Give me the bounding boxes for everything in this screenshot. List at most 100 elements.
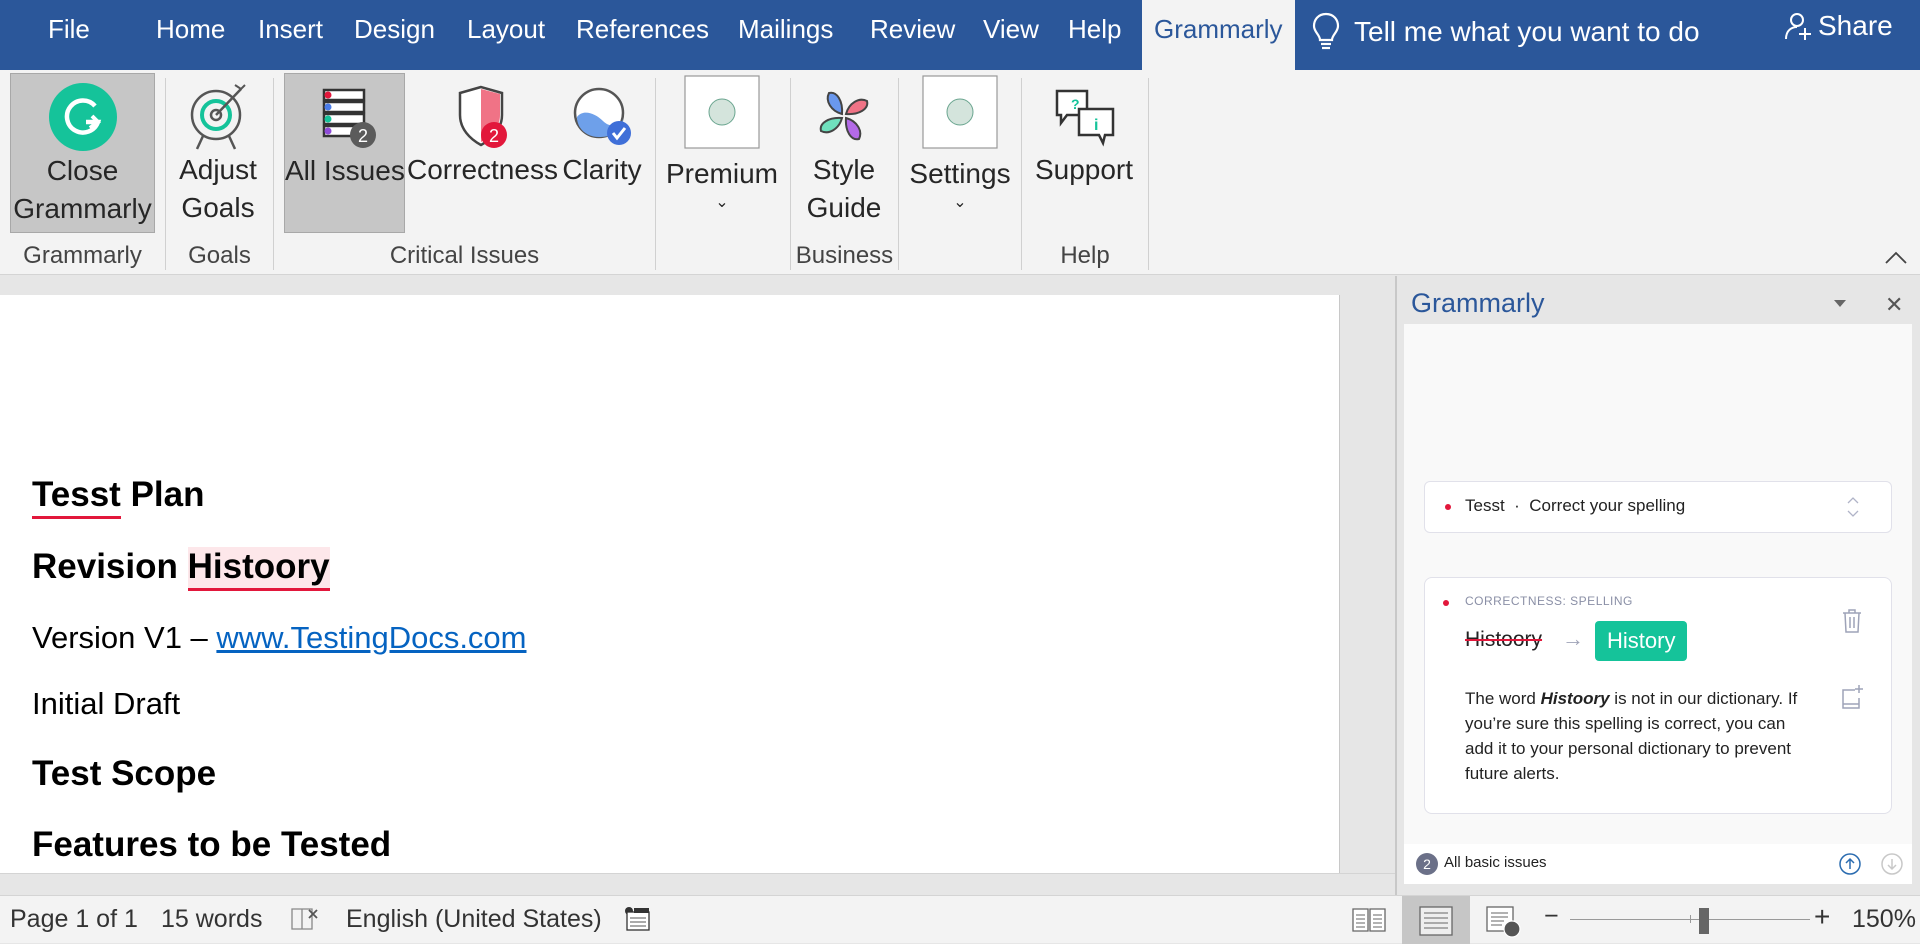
zoom-slider-midpoint xyxy=(1690,915,1691,923)
add-person-icon xyxy=(1785,13,1811,40)
chevron-down-icon: ⌄ xyxy=(715,194,729,211)
print-layout-icon xyxy=(1419,906,1453,936)
page-count[interactable]: Page 1 of 1 xyxy=(10,905,138,934)
trash-icon[interactable] xyxy=(1841,608,1863,634)
misspelled-word-highlighted[interactable]: Histoory xyxy=(187,547,330,591)
premium-label: Premium xyxy=(665,158,778,189)
issue-count-badge: 2 xyxy=(1416,853,1438,875)
word-count[interactable]: 15 words xyxy=(161,905,262,934)
zoom-slider-thumb[interactable] xyxy=(1699,908,1709,934)
misspelled-word[interactable]: Tesst xyxy=(32,475,121,519)
zoom-level[interactable]: 150% xyxy=(1852,905,1916,934)
proofing-icon[interactable] xyxy=(290,906,320,932)
zoom-out-button[interactable]: − xyxy=(1544,902,1559,931)
settings-placeholder-icon xyxy=(922,75,998,149)
support-chat-icon: ? i xyxy=(1055,89,1115,147)
doc-heading-test-plan: Tesst Plan xyxy=(32,475,204,519)
group-label-critical-issues: Critical Issues xyxy=(389,242,540,269)
close-grammarly-button[interactable]: Close Grammarly xyxy=(10,73,155,233)
suggestion-category: CORRECTNESS: SPELLING xyxy=(1465,594,1633,608)
horizontal-scrollbar[interactable] xyxy=(0,873,1396,895)
tab-mailings[interactable]: Mailings xyxy=(738,14,833,45)
grammarly-pane-body: Tesst · Correct your spelling CORRECTNES… xyxy=(1404,324,1912,884)
correctness-button[interactable]: 2 Correctness xyxy=(407,73,558,233)
support-button[interactable]: ? i Support xyxy=(1028,73,1140,233)
tab-layout[interactable]: Layout xyxy=(467,14,545,45)
style-guide-button[interactable]: Style Guide xyxy=(796,73,892,233)
group-label-help: Help xyxy=(1060,242,1110,269)
style-guide-icon xyxy=(819,91,869,141)
all-issues-badge: 2 xyxy=(357,126,367,146)
share-button[interactable]: Share xyxy=(1784,10,1893,42)
tab-home[interactable]: Home xyxy=(156,14,225,45)
premium-placeholder-icon xyxy=(684,75,760,149)
doc-heading-revision-history: Revision Histoory xyxy=(32,547,330,591)
ribbon: Close Grammarly Adjust Goals 2 All Issue… xyxy=(0,70,1920,275)
all-issues-label: All Issues xyxy=(285,155,405,186)
clarity-label: Clarity xyxy=(562,154,642,185)
tab-file[interactable]: File xyxy=(48,14,90,45)
web-layout-icon[interactable] xyxy=(1486,906,1522,938)
document-page[interactable]: Tesst Plan Revision Histoory Version V1 … xyxy=(0,295,1340,873)
suggestion-hint: Correct your spelling xyxy=(1529,496,1686,515)
issues-list-icon: 2 xyxy=(322,88,376,148)
add-to-dictionary-icon[interactable] xyxy=(1841,684,1863,710)
status-bar: Page 1 of 1 15 words English (United Sta… xyxy=(0,895,1920,944)
pane-title: Grammarly xyxy=(1411,288,1545,318)
all-basic-issues-label[interactable]: All basic issues xyxy=(1444,854,1547,871)
doc-initial-draft: Initial Draft xyxy=(32,686,181,721)
correctness-badge: 2 xyxy=(489,126,499,146)
group-label-goals: Goals xyxy=(188,242,251,269)
arrow-right-icon: → xyxy=(1562,626,1584,651)
tell-me-search[interactable]: Tell me what you want to do xyxy=(1312,12,1700,52)
lightbulb-icon xyxy=(1312,12,1340,50)
collapse-ribbon-icon[interactable] xyxy=(1884,246,1908,270)
grammarly-logo-icon xyxy=(48,83,117,151)
adjust-goals-label-1: Adjust xyxy=(179,154,257,185)
grammarly-pane: Grammarly ✕ Tesst · Correct your spellin… xyxy=(1395,276,1920,895)
error-dot-icon xyxy=(1443,600,1449,606)
tab-review[interactable]: Review xyxy=(870,14,955,45)
previous-issue-icon[interactable] xyxy=(1838,852,1862,876)
shield-icon: 2 xyxy=(458,85,507,148)
tab-references[interactable]: References xyxy=(576,14,709,45)
adjust-goals-button[interactable]: Adjust Goals xyxy=(172,73,264,233)
next-issue-icon[interactable] xyxy=(1880,852,1904,876)
doc-heading-features: Features to be Tested xyxy=(32,825,392,864)
tab-grammarly[interactable]: Grammarly xyxy=(1142,0,1295,70)
language[interactable]: English (United States) xyxy=(346,905,602,934)
suggestion-word: Tesst xyxy=(1465,496,1505,515)
suggestion-card-collapsed[interactable]: Tesst · Correct your spelling xyxy=(1424,481,1892,533)
print-layout-view[interactable] xyxy=(1402,896,1470,944)
style-guide-label-2: Guide xyxy=(806,192,882,223)
suggestion-card-expanded: CORRECTNESS: SPELLING Histoory → History… xyxy=(1424,577,1892,814)
accept-suggestion-button[interactable]: History xyxy=(1595,621,1688,661)
group-label-grammarly: Grammarly xyxy=(23,242,142,269)
chevron-down-icon: ⌄ xyxy=(953,194,967,211)
website-link[interactable]: www.TestingDocs.com xyxy=(216,620,526,655)
all-issues-button[interactable]: 2 All Issues xyxy=(284,73,405,233)
expand-collapse-icon[interactable] xyxy=(1845,494,1861,520)
close-pane-icon[interactable]: ✕ xyxy=(1885,292,1903,318)
zoom-in-button[interactable]: + xyxy=(1814,901,1830,933)
suggestion-description: The word Histoory is not in our dictiona… xyxy=(1465,689,1798,783)
clarity-button[interactable]: Clarity xyxy=(557,73,647,233)
pane-options-icon[interactable] xyxy=(1833,298,1847,308)
title-bar: File Home Insert Design Layout Reference… xyxy=(0,0,1920,70)
error-dot-icon xyxy=(1445,504,1451,510)
doc-heading-test-scope: Test Scope xyxy=(32,754,217,793)
settings-button[interactable]: Settings ⌄ xyxy=(904,73,1016,233)
style-guide-label-1: Style xyxy=(812,154,876,185)
tab-design[interactable]: Design xyxy=(354,14,435,45)
share-label: Share xyxy=(1818,10,1893,41)
tab-insert[interactable]: Insert xyxy=(258,14,323,45)
correctness-label: Correctness xyxy=(407,154,558,185)
premium-button[interactable]: Premium ⌄ xyxy=(662,73,782,233)
read-mode-icon[interactable] xyxy=(1352,906,1386,934)
document-area: Tesst Plan Revision Histoory Version V1 … xyxy=(0,276,1396,873)
tab-help[interactable]: Help xyxy=(1068,14,1121,45)
adjust-goals-label-2: Goals xyxy=(181,192,255,223)
macro-record-icon[interactable] xyxy=(624,906,652,932)
close-grammarly-label-2: Grammarly xyxy=(13,193,152,224)
tab-view[interactable]: View xyxy=(983,14,1039,45)
